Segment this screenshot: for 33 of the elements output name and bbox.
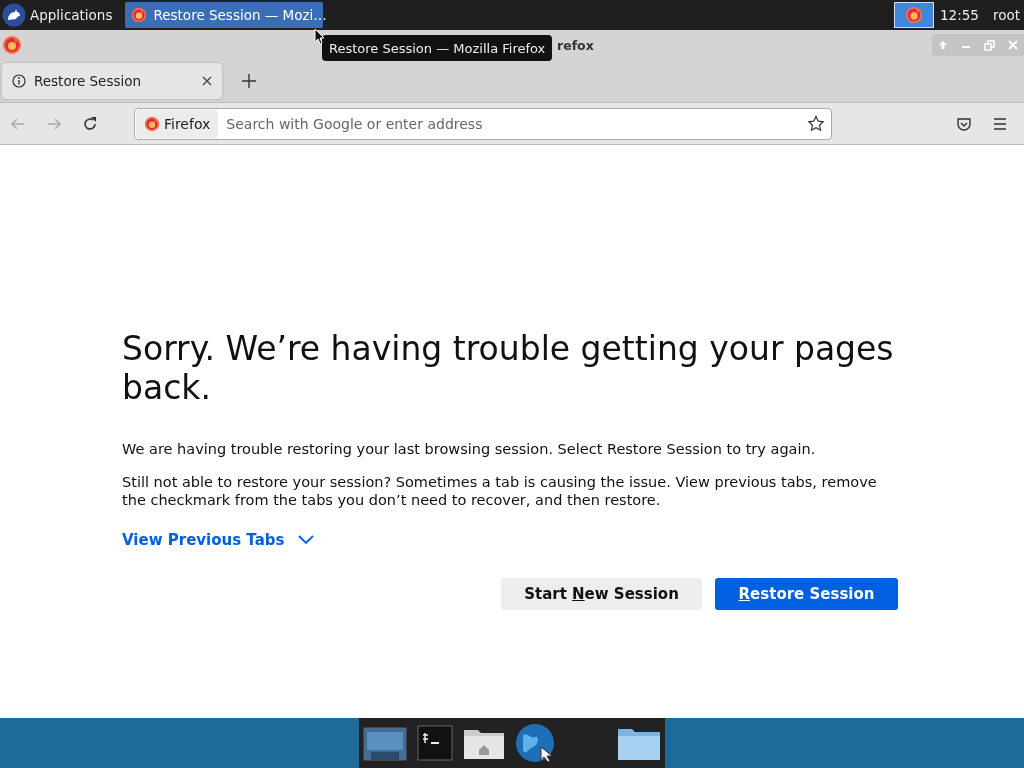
reload-icon[interactable]	[82, 115, 98, 132]
info-icon	[12, 74, 26, 88]
desktop-icon[interactable]	[363, 724, 407, 762]
close-icon[interactable]	[202, 76, 212, 86]
menu-icon[interactable]	[992, 115, 1008, 132]
identity-box[interactable]: Firefox	[136, 109, 219, 138]
new-tab-icon[interactable]	[242, 74, 256, 88]
tray-firefox-button[interactable]	[894, 2, 934, 28]
pocket-icon[interactable]	[956, 115, 972, 132]
restore-session-button[interactable]: Restore Session	[715, 578, 898, 610]
firefox-icon	[905, 6, 923, 24]
mouse-pointer-icon	[314, 28, 326, 45]
description-text: We are having trouble restoring your last browsing session. Select Restore Session to try again.	[122, 440, 817, 458]
page-heading: Sorry. We’re having trouble getting your pages back.	[122, 329, 895, 407]
firefox-icon	[2, 35, 22, 55]
description-text: Still not able to restore your session? Sometimes a tab is causing the issue. View previous tabs, remove the checkmark from the tabs you don’t need to recover, and then restore.	[122, 473, 878, 509]
view-previous-tabs-link[interactable]: View Previous Tabs	[122, 531, 285, 549]
terminal-icon[interactable]	[417, 725, 453, 761]
window-title: refox	[557, 37, 594, 53]
mouse-logo-icon	[2, 3, 26, 27]
chevron-down-icon[interactable]	[298, 535, 315, 545]
browser-tab[interactable]: Restore Session	[2, 63, 222, 99]
globe-icon[interactable]	[515, 723, 555, 763]
applications-menu[interactable]: Applications	[0, 0, 123, 30]
tooltip: Restore Session — Mozilla Firefox	[322, 35, 553, 61]
firefox-icon	[131, 7, 148, 23]
clock: 12:55	[940, 7, 979, 23]
start-new-session-button[interactable]: Start New Session	[501, 578, 702, 610]
star-icon[interactable]	[807, 114, 825, 133]
user-name: root	[992, 7, 1020, 23]
firefox-icon	[144, 115, 160, 132]
address-input[interactable]: Search with Google or enter address	[224, 114, 807, 133]
address-bar[interactable]: Firefox Search with Google or enter address	[134, 107, 832, 140]
